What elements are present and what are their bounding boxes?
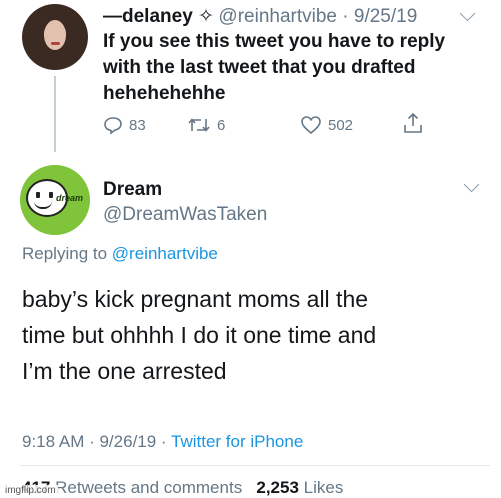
tweet1-handle-date[interactable]: @reinhartvibe · 9/25/19 [218,6,417,27]
avatar-eye [49,192,53,198]
reply-icon [104,117,122,135]
avatar-dream[interactable]: dream [20,165,90,235]
tweet1-text-line: with the last tweet that you drafted [103,57,416,78]
replying-to-prefix: Replying to [22,244,108,263]
tweet2-meta: 9:18 AM · 9/26/19 · Twitter for iPhone [22,432,303,452]
thread-connector-line [54,76,56,152]
retweets-label: Retweets and comments [55,478,243,497]
replying-to: Replying to @reinhartvibe [22,244,218,264]
avatar-dream-label: dream [56,193,84,203]
tweet1-reply-count: 83 [129,116,146,134]
tweet1-share-button[interactable] [402,112,424,139]
tweet1-body: If you see this tweet you have to reply … [103,29,493,107]
stats-divider [20,465,490,466]
tweet2-stats: 417 Retweets and comments 2,253 Likes [22,478,343,498]
tweet1-retweet-button[interactable]: 6 [187,115,225,135]
tweet2-source-link[interactable]: Twitter for iPhone [171,432,303,451]
tweet1-text-line: hehehehehhe [103,83,226,104]
avatar-lips [51,42,60,45]
tweet1-retweet-count: 6 [217,116,226,134]
tweet1-reply-button[interactable]: 83 [103,115,146,135]
tweet1-like-button[interactable]: 502 [300,115,353,135]
share-icon [404,112,422,133]
likes-count: 2,253 [256,478,299,497]
heart-icon [301,116,321,135]
tweet1-header: —delaney ✧ @reinhartvibe · 9/25/19 [103,5,417,28]
tweet1-display-name[interactable]: —delaney ✧ [103,6,214,27]
likes-label: Likes [303,478,344,497]
retweet-icon [188,118,210,132]
tweet2-text-line: time but ohhhh I do it one time and [22,322,377,348]
avatar-eye [36,192,40,198]
avatar-face [44,20,66,50]
imgflip-watermark: imgflip.com [3,485,58,496]
avatar-delaney[interactable] [22,4,88,70]
replying-to-handle-link[interactable]: @reinhartvibe [112,244,218,263]
tweet2-display-name[interactable]: Dream [103,179,162,201]
tweet2-text-line: I’m the one arrested [22,358,227,384]
tweet2-text-line: baby’s kick pregnant moms all the [22,286,369,312]
tweet1-like-count: 502 [328,116,354,134]
tweet1-text-line: If you see this tweet you have to reply [103,31,446,52]
tweet2-handle[interactable]: @DreamWasTaken [103,204,267,226]
tweet1-chevron-down-icon[interactable] [459,5,476,22]
tweet2-chevron-down-icon[interactable] [463,176,480,193]
tweet2-timestamp[interactable]: 9:18 AM · 9/26/19 · [22,432,167,451]
likes-link[interactable]: 2,253 Likes [256,478,343,497]
tweet2-body: baby’s kick pregnant moms all the time b… [22,281,492,389]
